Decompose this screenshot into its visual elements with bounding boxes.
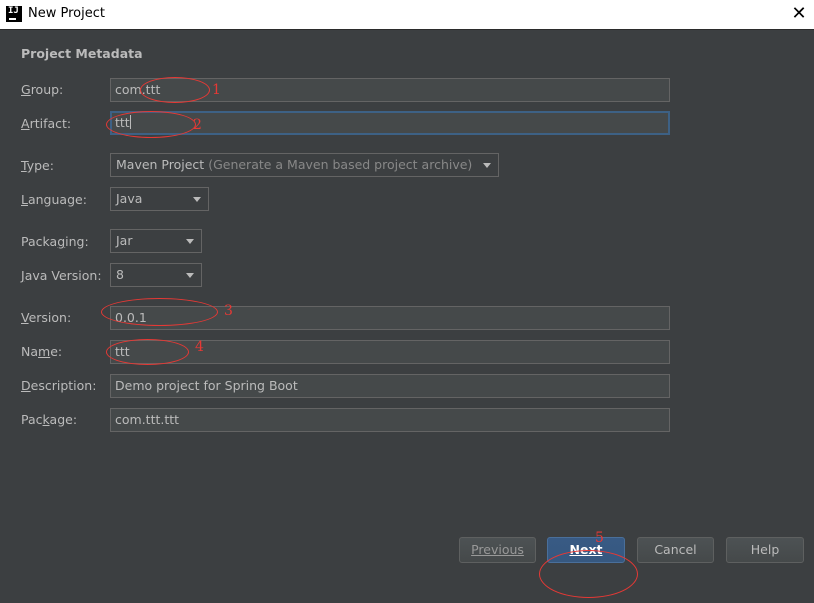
dialog-content: Project Metadata Group: com.ttt Artifact… bbox=[0, 29, 814, 603]
chevron-down-icon bbox=[193, 197, 201, 202]
type-label: Type: bbox=[21, 158, 54, 173]
cancel-button[interactable]: Cancel bbox=[637, 537, 714, 563]
description-field[interactable]: Demo project for Spring Boot bbox=[110, 374, 670, 398]
packaging-value: Jar bbox=[116, 233, 133, 248]
type-select[interactable]: Maven Project (Generate a Maven based pr… bbox=[110, 153, 499, 177]
previous-button[interactable]: Previous bbox=[459, 537, 536, 563]
intellij-app-icon: IJ bbox=[6, 6, 22, 22]
chevron-down-icon bbox=[483, 163, 491, 168]
name-field[interactable]: ttt bbox=[110, 340, 670, 364]
type-value: Maven Project bbox=[116, 157, 205, 172]
java-version-value: 8 bbox=[116, 267, 124, 282]
annotation-number-1: 1 bbox=[212, 82, 221, 98]
group-label-rest: roup: bbox=[30, 82, 64, 97]
annotation-number-2: 2 bbox=[193, 117, 202, 133]
packaging-select[interactable]: Jar bbox=[110, 229, 202, 253]
chevron-down-icon bbox=[186, 273, 194, 278]
section-title: Project Metadata bbox=[21, 46, 143, 61]
type-hint: (Generate a Maven based project archive) bbox=[208, 157, 473, 172]
packaging-label: Packaging: bbox=[21, 234, 89, 249]
language-select[interactable]: Java bbox=[110, 187, 209, 211]
title-bar: IJ New Project ✕ bbox=[0, 0, 814, 29]
description-label: Description: bbox=[21, 378, 97, 393]
name-label: Name: bbox=[21, 344, 63, 359]
artifact-value: ttt bbox=[115, 115, 130, 130]
next-button[interactable]: Next bbox=[547, 537, 625, 563]
annotation-number-4: 4 bbox=[195, 339, 204, 355]
package-label: Package: bbox=[21, 412, 78, 427]
version-field[interactable]: 0.0.1 bbox=[110, 306, 670, 330]
language-label: Language: bbox=[21, 192, 87, 207]
text-caret bbox=[129, 115, 131, 129]
java-version-label: Java Version: bbox=[21, 268, 102, 283]
close-icon[interactable]: ✕ bbox=[788, 3, 810, 25]
help-button[interactable]: Help bbox=[726, 537, 804, 563]
group-field[interactable]: com.ttt bbox=[110, 78, 670, 102]
artifact-label: Artifact: bbox=[21, 116, 72, 131]
group-label: Group: bbox=[21, 82, 64, 97]
language-value: Java bbox=[116, 191, 143, 206]
package-field[interactable]: com.ttt.ttt bbox=[110, 408, 670, 432]
java-version-select[interactable]: 8 bbox=[110, 263, 202, 287]
window-title: New Project bbox=[28, 6, 105, 21]
annotation-number-5: 5 bbox=[595, 530, 604, 546]
chevron-down-icon bbox=[186, 239, 194, 244]
annotation-number-3: 3 bbox=[224, 303, 233, 319]
version-label: Version: bbox=[21, 310, 72, 325]
